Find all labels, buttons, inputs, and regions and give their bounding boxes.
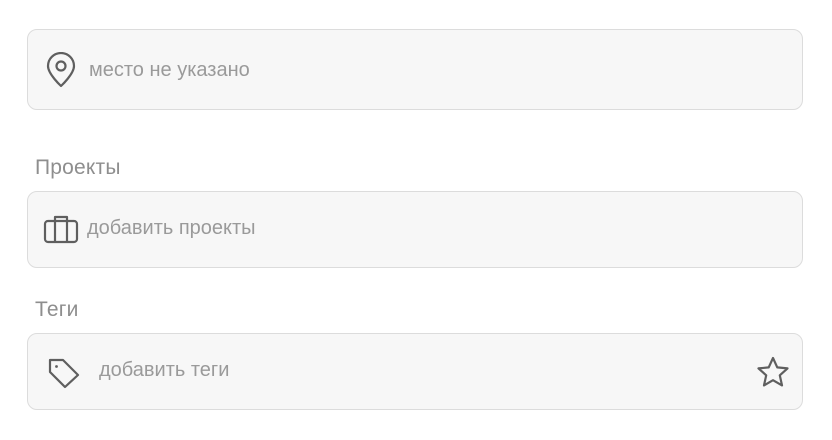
location-field[interactable]: место не указано	[27, 29, 803, 110]
star-icon[interactable]	[756, 356, 790, 388]
projects-placeholder: добавить проекты	[87, 217, 256, 239]
tags-placeholder: добавить теги	[99, 359, 230, 381]
projects-label: Проекты	[35, 156, 121, 179]
tag-icon	[47, 357, 81, 389]
map-pin-icon	[44, 52, 78, 88]
projects-field[interactable]: добавить проекты	[27, 191, 803, 268]
tags-label: Теги	[35, 298, 79, 321]
tags-field[interactable]: добавить теги	[27, 333, 803, 410]
briefcase-icon	[43, 214, 79, 244]
location-placeholder: место не указано	[89, 59, 250, 81]
